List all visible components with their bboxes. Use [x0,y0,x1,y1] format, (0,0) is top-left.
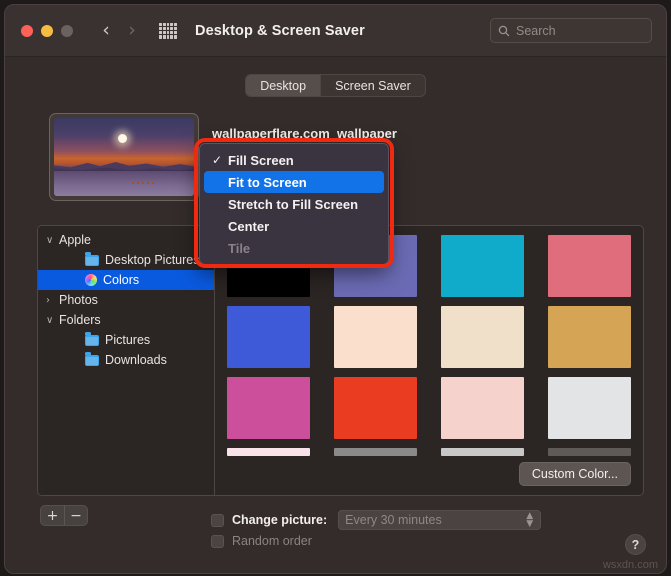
color-swatch[interactable] [441,377,524,439]
sidebar-item-label: Folders [59,313,101,327]
sidebar-item-label: Pictures [105,333,151,347]
sun-icon [118,133,128,143]
menu-item-label: Center [228,218,270,234]
add-remove-folder-buttons: + − [40,505,88,526]
minimize-button-icon[interactable] [41,24,53,37]
change-picture-interval-select[interactable]: Every 30 minutes ▲ ▼ [338,510,542,530]
tab-desktop[interactable]: Desktop [246,75,321,96]
random-order-label: Random order [232,534,312,548]
menu-item-tile: Tile [204,237,384,259]
folder-icon [85,332,99,346]
change-picture-checkbox[interactable] [211,513,224,527]
navigation-buttons: ‹ › [95,20,143,42]
forward-chevron-icon[interactable]: › [121,20,143,42]
color-wheel-icon [85,274,97,286]
color-swatch[interactable] [334,306,417,368]
watermark-text: wsxdn.com [602,559,658,571]
sidebar-item-label: Apple [59,233,91,247]
color-swatch[interactable] [334,377,417,439]
folder-icon [85,252,99,266]
desktop-preview-thumbnail[interactable] [49,113,199,201]
color-swatch-grid [227,235,631,456]
browser-panel: ∨ Apple Desktop Pictures Colors › Photos… [37,225,644,496]
color-swatch[interactable] [441,448,524,456]
show-all-grid-icon[interactable] [159,22,177,39]
traffic-lights [21,24,73,37]
tab-bar: Desktop Screen Saver [5,74,666,97]
shore-details [132,181,155,184]
color-swatch[interactable] [441,306,524,368]
check-icon: ✓ [212,153,223,167]
random-order-row: Random order [211,534,312,548]
sidebar-item-downloads[interactable]: Downloads [38,350,214,370]
close-button-icon[interactable] [21,24,33,37]
color-swatch[interactable] [334,448,417,456]
menu-item-label: Fit to Screen [228,174,307,190]
color-swatch[interactable] [227,306,310,368]
search-placeholder: Search [516,23,556,38]
source-sidebar: ∨ Apple Desktop Pictures Colors › Photos… [38,226,215,495]
sidebar-item-label: Photos [59,293,98,307]
chevron-down-icon[interactable]: ∨ [46,315,59,326]
color-swatch[interactable] [227,377,310,439]
chevron-down-icon[interactable]: ∨ [46,235,59,246]
color-swatch[interactable] [548,306,631,368]
menu-item-label: Stretch to Fill Screen [228,196,359,212]
color-swatch[interactable] [227,448,310,456]
sidebar-item-folders[interactable]: ∨ Folders [38,310,214,330]
page-title: Desktop & Screen Saver [195,22,365,39]
back-chevron-icon[interactable]: ‹ [95,20,117,42]
chevron-updown-icon: ▲ ▼ [526,511,534,529]
search-icon [498,25,510,36]
zoom-button-icon[interactable] [61,24,73,37]
add-folder-button[interactable]: + [41,506,64,525]
chevron-right-icon[interactable]: › [46,295,59,306]
menu-item-fit-to-screen[interactable]: Fit to Screen [204,171,384,193]
remove-folder-button[interactable]: − [64,506,87,525]
color-swatch[interactable] [548,377,631,439]
tab-screen-saver[interactable]: Screen Saver [320,75,425,96]
menu-item-label: Fill Screen [228,152,294,168]
lake-reflection [54,171,194,196]
sidebar-item-desktop-pictures[interactable]: Desktop Pictures [38,250,214,270]
help-button[interactable]: ? [625,534,646,555]
color-swatch[interactable] [548,235,631,297]
sidebar-item-label: Colors [103,273,140,287]
sidebar-item-label: Downloads [105,353,167,367]
menu-item-center[interactable]: Center [204,215,384,237]
color-swatch[interactable] [548,448,631,456]
scaling-dropdown-menu[interactable]: ✓ Fill Screen Fit to Screen Stretch to Fill… [199,143,389,265]
change-picture-label: Change picture: [232,513,328,527]
search-input[interactable]: Search [490,18,652,43]
color-swatch[interactable] [441,235,524,297]
interval-value: Every 30 minutes [345,513,442,527]
sidebar-item-colors[interactable]: Colors [38,270,214,290]
current-picture-name: wallpaperflare.com_wallpaper [212,126,397,141]
menu-item-label: Tile [228,240,251,256]
sidebar-item-label: Desktop Pictures [105,253,200,267]
sidebar-item-pictures[interactable]: Pictures [38,330,214,350]
change-picture-row: Change picture: Every 30 minutes ▲ ▼ [211,510,542,530]
preferences-window: ‹ › Desktop & Screen Saver Search Deskto… [4,4,667,574]
color-swatch-area: Custom Color... [215,226,643,495]
random-order-checkbox[interactable] [211,534,224,548]
menu-item-stretch-to-fill-screen[interactable]: Stretch to Fill Screen [204,193,384,215]
menu-item-fill-screen[interactable]: ✓ Fill Screen [204,149,384,171]
mountain-ridge-far [54,162,194,172]
sidebar-item-apple[interactable]: ∨ Apple [38,230,214,250]
custom-color-button[interactable]: Custom Color... [518,462,631,486]
sidebar-item-photos[interactable]: › Photos [38,290,214,310]
title-bar: ‹ › Desktop & Screen Saver Search [5,5,666,57]
wallpaper-image [54,118,194,196]
folder-icon [85,352,99,366]
